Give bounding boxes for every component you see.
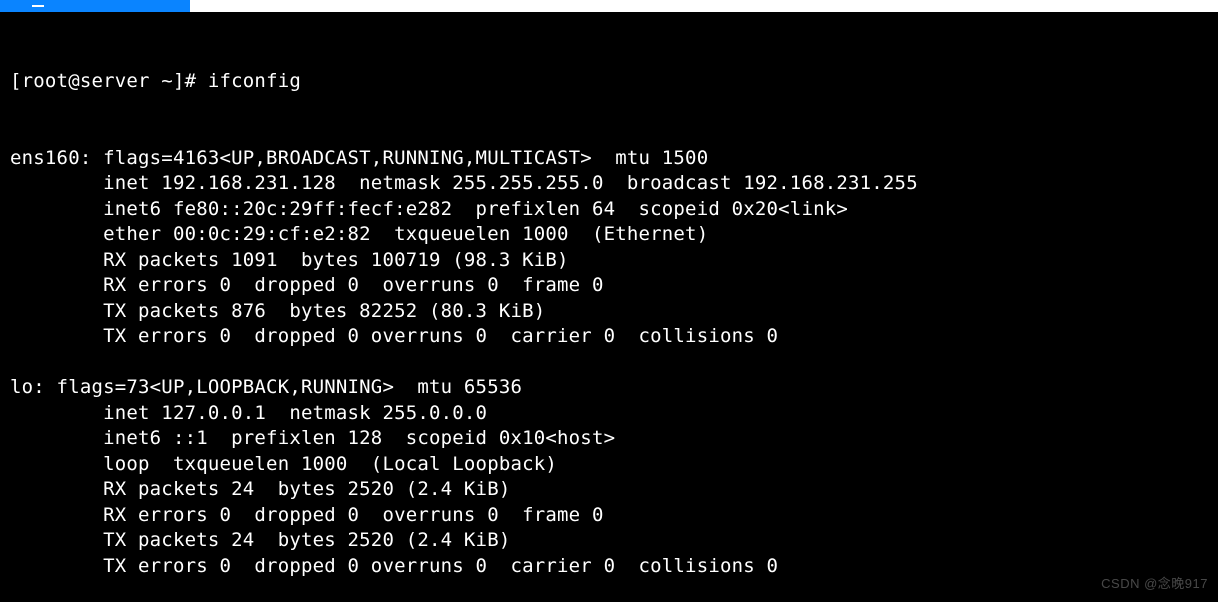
- typed-command: ifconfig: [208, 70, 301, 92]
- watermark: CSDN @念晚917: [1101, 571, 1208, 597]
- tab-min-icon: [32, 5, 44, 7]
- output-line: TX packets 876 bytes 82252 (80.3 KiB): [10, 299, 1208, 325]
- output-line: ether 00:0c:29:cf:e2:82 txqueuelen 1000 …: [10, 222, 1208, 248]
- window-strip: [0, 0, 1218, 12]
- active-tab[interactable]: [0, 0, 190, 12]
- terminal[interactable]: [root@server ~]# ifconfig ens160: flags=…: [0, 12, 1218, 602]
- output-line: lo: flags=73<UP,LOOPBACK,RUNNING> mtu 65…: [10, 375, 1208, 401]
- prompt-line: [root@server ~]# ifconfig: [10, 69, 1208, 95]
- output-line: TX packets 24 bytes 2520 (2.4 KiB): [10, 528, 1208, 554]
- output-line: RX errors 0 dropped 0 overruns 0 frame 0: [10, 273, 1208, 299]
- output-line: ens160: flags=4163<UP,BROADCAST,RUNNING,…: [10, 146, 1208, 172]
- shell-prompt: [root@server ~]#: [10, 70, 208, 92]
- output-line: RX packets 1091 bytes 100719 (98.3 KiB): [10, 248, 1208, 274]
- output-line: inet 192.168.231.128 netmask 255.255.255…: [10, 171, 1208, 197]
- output-line: [10, 350, 1208, 376]
- output-line: inet6 fe80::20c:29ff:fecf:e282 prefixlen…: [10, 197, 1208, 223]
- output-line: loop txqueuelen 1000 (Local Loopback): [10, 452, 1208, 478]
- output-line: inet6 ::1 prefixlen 128 scopeid 0x10<hos…: [10, 426, 1208, 452]
- command-output: ens160: flags=4163<UP,BROADCAST,RUNNING,…: [10, 146, 1208, 602]
- output-line: TX errors 0 dropped 0 overruns 0 carrier…: [10, 324, 1208, 350]
- output-line: TX errors 0 dropped 0 overruns 0 carrier…: [10, 554, 1208, 580]
- output-line: RX packets 24 bytes 2520 (2.4 KiB): [10, 477, 1208, 503]
- output-line: [10, 579, 1208, 602]
- output-line: RX errors 0 dropped 0 overruns 0 frame 0: [10, 503, 1208, 529]
- output-line: inet 127.0.0.1 netmask 255.0.0.0: [10, 401, 1208, 427]
